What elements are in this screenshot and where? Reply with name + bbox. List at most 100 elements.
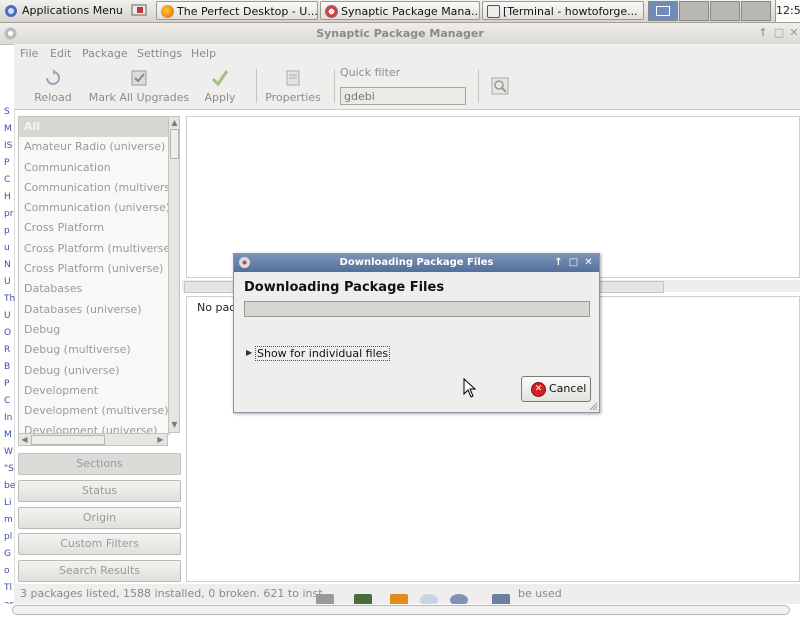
dialog-close-icon[interactable]: ✕ xyxy=(582,255,595,271)
dialog-title-bar[interactable]: Downloading Package Files ↑ □ ✕ xyxy=(234,254,599,272)
browser-link-fragment[interactable]: Li xyxy=(4,498,12,508)
browser-link-fragment[interactable]: o xyxy=(4,566,10,576)
scroll-right-icon[interactable]: ▶ xyxy=(155,434,166,446)
apply-button[interactable]: Apply xyxy=(200,63,240,109)
browser-link-fragment[interactable]: B xyxy=(4,362,10,372)
section-item[interactable]: Databases (universe) xyxy=(19,300,169,320)
cancel-icon: ✕ xyxy=(531,382,546,397)
sections-vertical-scrollbar[interactable]: ▲ ▼ xyxy=(168,116,180,433)
browser-link-fragment[interactable]: pl xyxy=(4,532,12,542)
resize-grip-icon[interactable] xyxy=(588,401,598,411)
section-item[interactable]: Cross Platform xyxy=(19,218,169,238)
task-label: [Terminal - howtoforge... xyxy=(503,5,638,18)
section-item[interactable]: Communication (universe) xyxy=(19,198,169,218)
cancel-button[interactable]: ✕ Cancel xyxy=(521,376,591,402)
maximize-up-icon[interactable]: ↑ xyxy=(756,25,770,41)
section-item[interactable]: Communication xyxy=(19,158,169,178)
sections-filter-button[interactable]: Sections xyxy=(18,453,181,475)
expander-arrow-icon[interactable]: ▶ xyxy=(246,348,252,357)
browser-link-fragment[interactable]: H xyxy=(4,192,11,202)
browser-link-fragment[interactable]: W xyxy=(4,447,13,457)
workspace-switcher[interactable] xyxy=(648,1,774,21)
sections-horizontal-scrollbar[interactable]: ◀ ▶ xyxy=(18,433,168,446)
applications-menu-button[interactable]: Applications Menu xyxy=(2,1,124,20)
browser-link-fragment[interactable]: U xyxy=(4,311,11,321)
dialog-maximize-icon[interactable]: □ xyxy=(567,255,580,271)
browser-link-fragment[interactable]: O xyxy=(4,328,11,338)
sections-list[interactable]: All Amateur Radio (universe) Communication… xyxy=(18,116,170,435)
workspace-4[interactable] xyxy=(741,1,771,21)
browser-link-fragment[interactable]: U xyxy=(4,277,11,287)
scroll-left-icon[interactable]: ◀ xyxy=(19,434,30,446)
show-desktop-button[interactable] xyxy=(128,1,150,20)
clock[interactable]: 12:5 xyxy=(775,0,800,22)
toolbar-separator xyxy=(256,69,257,103)
task-button-firefox[interactable]: The Perfect Desktop - U... xyxy=(156,1,318,20)
origin-filter-button[interactable]: Origin xyxy=(18,507,181,529)
menu-settings[interactable]: Settings xyxy=(137,44,182,64)
reload-button[interactable]: Reload xyxy=(28,63,78,109)
browser-link-fragment[interactable]: u xyxy=(4,243,10,253)
browser-link-fragment[interactable]: In xyxy=(4,413,12,423)
section-item[interactable]: Cross Platform (multiverse xyxy=(19,239,169,259)
section-item[interactable]: Debug xyxy=(19,320,169,340)
menu-package[interactable]: Package xyxy=(82,44,128,64)
reload-label: Reload xyxy=(34,91,72,104)
browser-link-fragment[interactable]: Th xyxy=(4,294,15,304)
window-menu-icon[interactable] xyxy=(3,26,18,41)
browser-link-fragment[interactable]: S xyxy=(4,107,10,117)
close-icon[interactable]: ✕ xyxy=(787,25,800,41)
section-item[interactable]: Communication (multivers xyxy=(19,178,169,198)
browser-link-fragment[interactable]: M xyxy=(4,124,12,134)
scroll-up-icon[interactable]: ▲ xyxy=(169,117,180,129)
browser-horizontal-scrollbar[interactable] xyxy=(12,605,790,615)
browser-link-fragment[interactable]: "S xyxy=(4,464,14,474)
workspace-3[interactable] xyxy=(710,1,740,21)
browser-link-fragment[interactable]: Tl xyxy=(4,583,12,593)
task-button-synaptic[interactable]: Synaptic Package Mana... xyxy=(320,1,480,20)
workspace-1[interactable] xyxy=(648,1,678,21)
properties-button[interactable]: Properties xyxy=(264,63,322,109)
task-button-terminal[interactable]: [Terminal - howtoforge... xyxy=(482,1,644,20)
browser-link-fragment[interactable]: C xyxy=(4,175,10,185)
section-item[interactable]: Cross Platform (universe) xyxy=(19,259,169,279)
browser-link-fragment[interactable]: IS xyxy=(4,141,12,151)
apply-label: Apply xyxy=(204,91,236,104)
section-item[interactable]: All xyxy=(19,117,169,138)
browser-link-fragment[interactable]: R xyxy=(4,345,10,355)
custom-filters-button[interactable]: Custom Filters xyxy=(18,533,181,555)
search-results-button[interactable]: Search Results xyxy=(18,560,181,582)
browser-link-fragment[interactable]: P xyxy=(4,379,9,389)
section-item[interactable]: Debug (multiverse) xyxy=(19,340,169,360)
search-button[interactable] xyxy=(486,63,514,109)
status-filter-button[interactable]: Status xyxy=(18,480,181,502)
browser-link-fragment[interactable]: G xyxy=(4,549,11,559)
section-item[interactable]: Amateur Radio (universe) xyxy=(19,137,169,157)
scroll-thumb[interactable] xyxy=(31,435,105,445)
show-individual-files-expander[interactable]: Show for individual files xyxy=(255,346,391,361)
section-item[interactable]: Databases xyxy=(19,279,169,299)
browser-link-fragment[interactable]: p xyxy=(4,226,10,236)
scroll-thumb[interactable] xyxy=(170,129,179,159)
menu-file[interactable]: File xyxy=(20,44,38,64)
section-item[interactable]: Development (multiverse) xyxy=(19,401,169,421)
menu-edit[interactable]: Edit xyxy=(50,44,71,64)
browser-link-fragment[interactable]: N xyxy=(4,260,11,270)
mark-all-upgrades-button[interactable]: Mark All Upgrades xyxy=(86,63,192,109)
window-title-bar[interactable]: Synaptic Package Manager ↑ □ ✕ xyxy=(0,23,800,45)
scroll-down-icon[interactable]: ▼ xyxy=(169,419,180,431)
dialog-up-icon[interactable]: ↑ xyxy=(552,255,565,271)
browser-link-fragment[interactable]: pr xyxy=(4,209,13,219)
section-item[interactable]: Development xyxy=(19,381,169,401)
restore-icon[interactable]: □ xyxy=(772,25,786,41)
quick-filter-input[interactable] xyxy=(340,87,466,105)
browser-link-fragment[interactable]: C xyxy=(4,396,10,406)
browser-link-fragment[interactable]: m xyxy=(4,515,13,525)
browser-link-fragment[interactable]: be xyxy=(4,481,15,491)
browser-link-fragment[interactable]: M xyxy=(4,430,12,440)
section-item[interactable]: Debug (universe) xyxy=(19,361,169,381)
browser-link-fragment[interactable]: P xyxy=(4,158,9,168)
workspace-2[interactable] xyxy=(679,1,709,21)
menu-help[interactable]: Help xyxy=(191,44,216,64)
synaptic-icon xyxy=(325,5,338,18)
